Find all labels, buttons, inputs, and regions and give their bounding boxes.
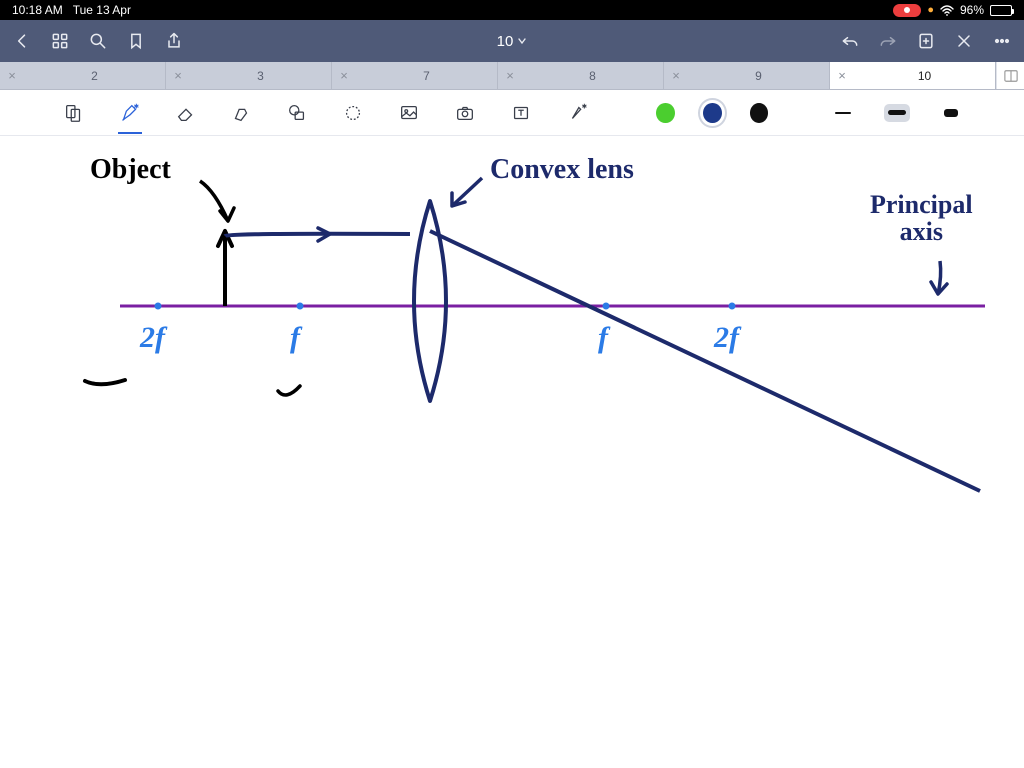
split-view-button[interactable]: [996, 62, 1024, 89]
tab-close-icon[interactable]: ×: [830, 68, 854, 83]
drawing-toolbar: ✱ ✱: [0, 90, 1024, 136]
status-date: Tue 13 Apr: [73, 3, 131, 17]
tab-close-icon[interactable]: ×: [332, 68, 356, 83]
wifi-signal-icon: [940, 5, 954, 16]
label-right-f: f: [598, 321, 608, 355]
tab-7[interactable]: ×7: [332, 62, 498, 89]
pen-tool[interactable]: ✱: [116, 98, 144, 128]
tab-strip: ×2 ×3 ×7 ×8 ×9 ×10: [0, 62, 1024, 90]
tab-close-icon[interactable]: ×: [664, 68, 688, 83]
label-left-f: f: [290, 321, 300, 355]
highlighter-tool[interactable]: [228, 98, 256, 128]
svg-text:✱: ✱: [133, 103, 138, 110]
label-left-2f: 2f: [140, 321, 165, 355]
label-object: Object: [90, 154, 171, 186]
stroke-thin[interactable]: [830, 104, 856, 122]
close-button[interactable]: [954, 31, 974, 51]
status-time: 10:18 AM: [12, 3, 63, 17]
image-tool[interactable]: [395, 98, 423, 128]
bookmark-button[interactable]: [126, 31, 146, 51]
stroke-medium[interactable]: [884, 104, 910, 122]
wifi-icon: ●: [927, 4, 934, 16]
status-bar: 10:18 AM Tue 13 Apr ● 96%: [0, 0, 1024, 20]
add-page-button[interactable]: [916, 31, 936, 51]
tab-9[interactable]: ×9: [664, 62, 830, 89]
tab-close-icon[interactable]: ×: [166, 68, 190, 83]
more-button[interactable]: [992, 31, 1012, 51]
pointer-tool[interactable]: ✱: [563, 98, 591, 128]
read-mode-button[interactable]: [60, 98, 88, 128]
chevron-down-icon: [517, 36, 527, 46]
app-toolbar: 10: [0, 20, 1024, 62]
search-button[interactable]: [88, 31, 108, 51]
document-title-label: 10: [497, 33, 514, 50]
tab-close-icon[interactable]: ×: [0, 68, 24, 83]
color-navy[interactable]: [703, 103, 722, 123]
eraser-tool[interactable]: [172, 98, 200, 128]
document-title[interactable]: 10: [202, 33, 822, 50]
recording-indicator: [893, 4, 921, 17]
back-button[interactable]: [12, 31, 32, 51]
stroke-thick[interactable]: [938, 104, 964, 122]
tab-close-icon[interactable]: ×: [498, 68, 522, 83]
color-green[interactable]: [656, 103, 675, 123]
grid-button[interactable]: [50, 31, 70, 51]
drawing-canvas[interactable]: Object Convex lens Principal axis 2f f f…: [0, 136, 1024, 768]
label-convex-lens: Convex lens: [490, 154, 634, 186]
battery-percent: 96%: [960, 3, 984, 17]
svg-text:✱: ✱: [581, 103, 586, 110]
label-right-2f: 2f: [714, 321, 739, 355]
color-black[interactable]: [750, 103, 769, 123]
undo-button[interactable]: [840, 31, 860, 51]
tab-8[interactable]: ×8: [498, 62, 664, 89]
redo-button[interactable]: [878, 31, 898, 51]
lasso-tool[interactable]: [339, 98, 367, 128]
text-tool[interactable]: [507, 98, 535, 128]
shapes-tool[interactable]: [283, 98, 311, 128]
battery-icon: [990, 5, 1012, 16]
tab-3[interactable]: ×3: [166, 62, 332, 89]
tab-2[interactable]: ×2: [0, 62, 166, 89]
label-principal-axis: Principal axis: [870, 191, 973, 246]
camera-tool[interactable]: [451, 98, 479, 128]
share-button[interactable]: [164, 31, 184, 51]
tab-10[interactable]: ×10: [830, 62, 996, 89]
